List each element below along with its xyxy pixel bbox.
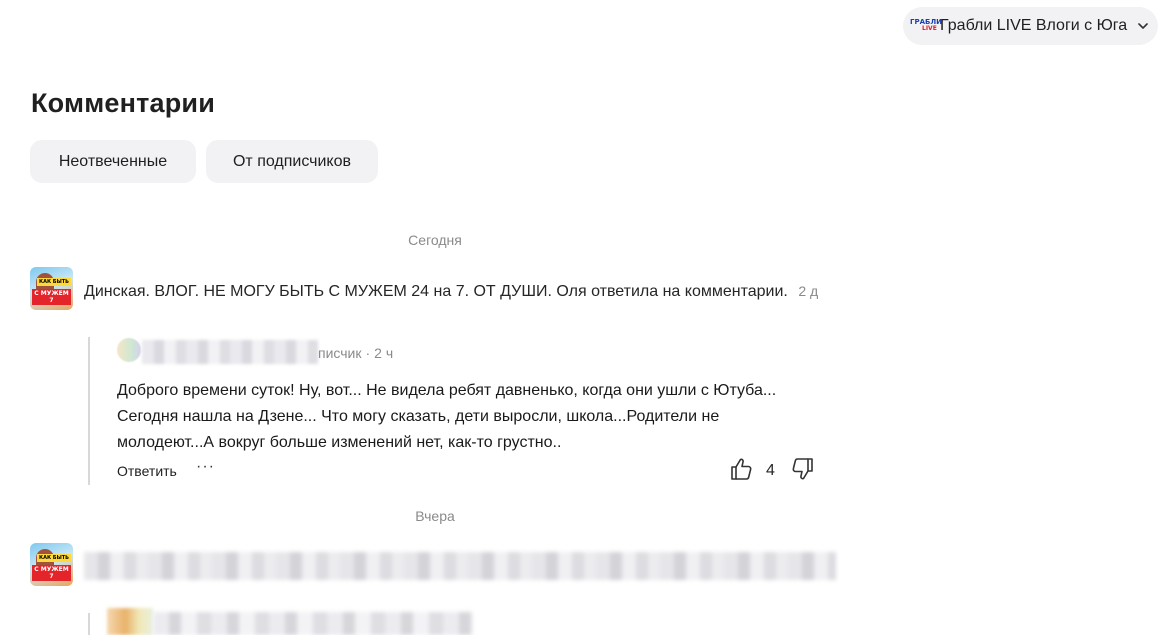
- commenter-name-tail: писчик: [318, 345, 362, 361]
- thumbnail-tag-top: КАК БЫТЬ: [37, 554, 71, 562]
- reply-button[interactable]: Ответить: [117, 463, 177, 479]
- comment-text: Доброго времени суток! Ну, вот... Не вид…: [117, 382, 777, 451]
- page-title: Комментарии: [31, 88, 216, 118]
- thread-line: [88, 613, 90, 635]
- thread-line: [88, 337, 90, 485]
- channel-logo-text-bottom: LIVE: [922, 25, 937, 32]
- video-title: Динская. ВЛОГ. НЕ МОГУ БЫТЬ С МУЖЕМ 24 н…: [84, 283, 788, 300]
- thumbnail-tag-bottom: С МУЖЕМ 7: [32, 289, 71, 305]
- channel-selector[interactable]: ГРАБЛИ LIVE Грабли LIVE Влоги с Юга: [903, 7, 1158, 45]
- video-title-link[interactable]: Динская. ВЛОГ. НЕ МОГУ БЫТЬ С МУЖЕМ 24 н…: [84, 283, 818, 301]
- commenter-meta: писчик · 2 ч: [318, 345, 393, 361]
- more-options-button[interactable]: ···: [196, 458, 215, 476]
- date-separator-today: Сегодня: [408, 232, 462, 248]
- meta-dot: ·: [365, 345, 371, 361]
- chevron-down-icon: [1137, 20, 1149, 32]
- comment-age: 2 ч: [374, 345, 394, 361]
- video-thumbnail[interactable]: КАК БЫТЬ С МУЖЕМ 7: [30, 267, 73, 310]
- thumbnail-tag-bottom: С МУЖЕМ 7: [32, 565, 71, 581]
- filter-subscribers-button[interactable]: От подписчиков: [206, 140, 378, 183]
- video-title-redacted[interactable]: [84, 552, 836, 580]
- video-thumbnail[interactable]: КАК БЫТЬ С МУЖЕМ 7: [30, 543, 73, 586]
- thumb-up-icon[interactable]: [730, 457, 752, 481]
- date-separator-yesterday: Вчера: [415, 508, 455, 524]
- commenter-name-redacted: [142, 340, 318, 364]
- filter-unanswered-button[interactable]: Неотвеченные: [30, 140, 196, 183]
- like-count: 4: [766, 462, 775, 479]
- commenter-name-redacted: [153, 612, 473, 635]
- channel-name: Грабли LIVE Влоги с Юга: [940, 17, 1128, 34]
- video-age: 2 д: [798, 283, 819, 299]
- commenter-avatar-redacted[interactable]: [107, 608, 153, 635]
- thumbnail-tag-top: КАК БЫТЬ: [37, 278, 71, 286]
- thumb-down-icon[interactable]: [792, 457, 814, 481]
- commenter-avatar[interactable]: [117, 338, 141, 362]
- channel-logo: ГРАБЛИ LIVE: [910, 17, 942, 35]
